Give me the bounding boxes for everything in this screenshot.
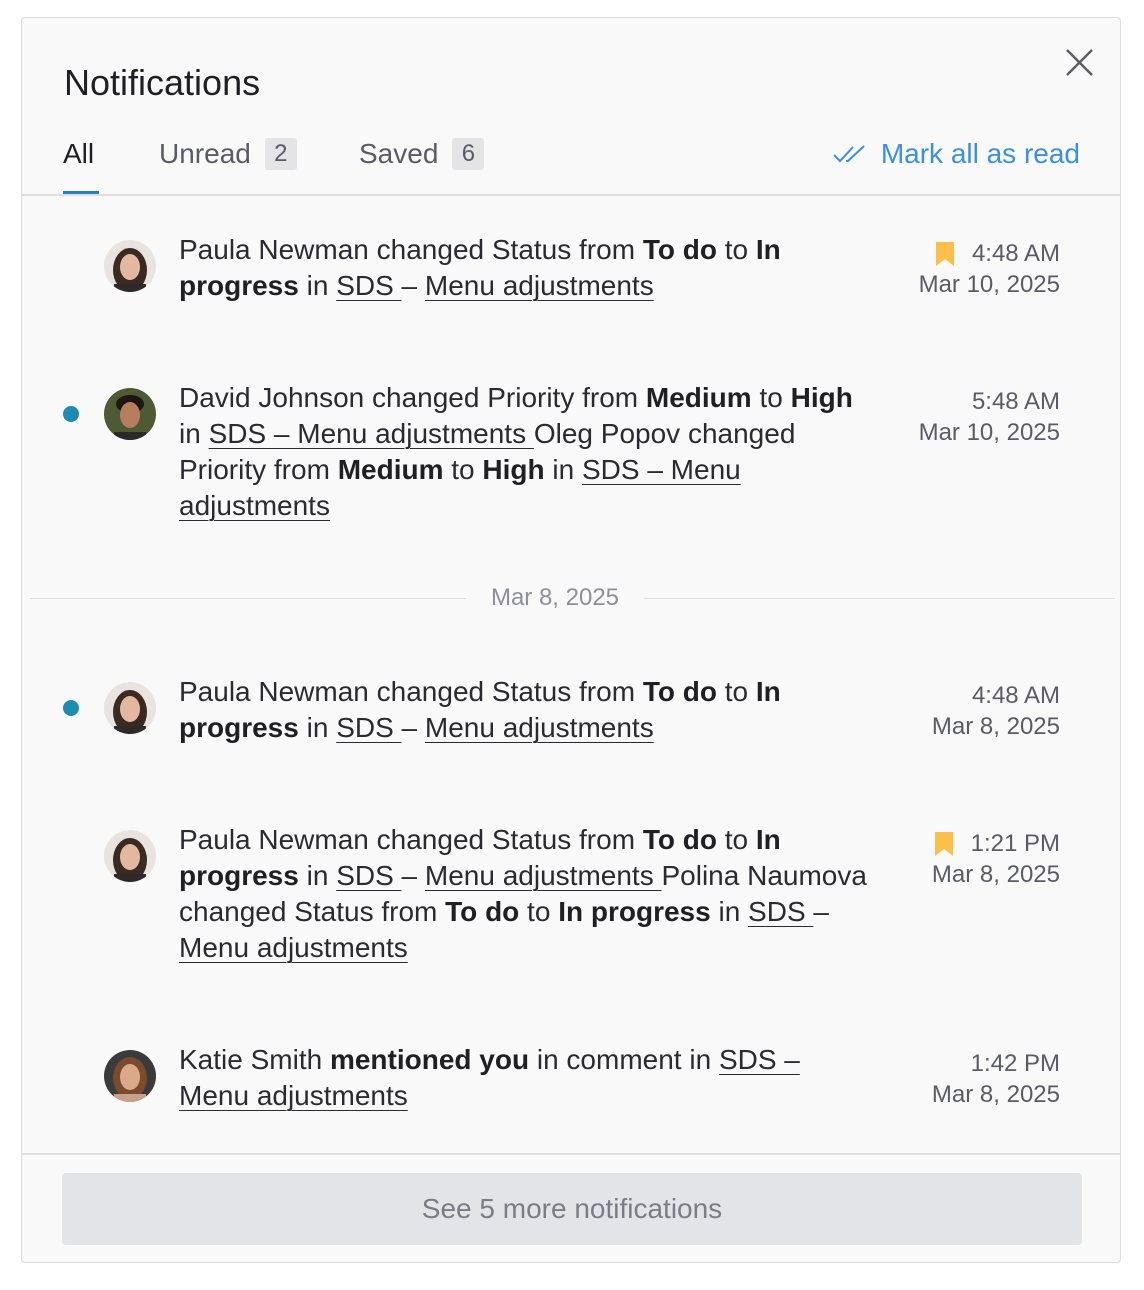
avatar [104, 830, 156, 882]
tab-bar: All Unread 2 Saved 6 Mark all as read [22, 128, 1120, 196]
avatar-katie-icon [104, 1050, 156, 1102]
see-more-button[interactable]: See 5 more notifications [62, 1173, 1082, 1245]
unread-count-badge: 2 [264, 138, 297, 170]
notification-text: Paula Newman changed Status from To do t… [179, 824, 867, 963]
notification-date: Mar 8, 2025 [931, 1081, 1060, 1108]
notification-text: Paula Newman changed Status from To do t… [179, 676, 781, 743]
notification-time: 1:21 PM [970, 830, 1060, 857]
notification-time: 4:48 AM [971, 682, 1060, 709]
avatar [104, 388, 156, 440]
notification-meta: 1:21 PM Mar 8, 2025 [932, 828, 1060, 890]
tab-unread[interactable]: Unread 2 [159, 138, 297, 170]
panel-footer: See 5 more notifications [22, 1153, 1120, 1262]
separator-line [644, 598, 1115, 599]
link-sds[interactable]: SDS [748, 896, 813, 927]
double-check-icon [833, 145, 865, 163]
notification-time: 4:48 AM [971, 240, 1060, 267]
tab-label: Unread [159, 138, 251, 169]
notification-date: Mar 10, 2025 [918, 419, 1060, 446]
tab-label: All [63, 138, 95, 169]
notification-date: Mar 8, 2025 [931, 713, 1060, 740]
close-icon [1066, 49, 1093, 76]
tab-saved[interactable]: Saved 6 [359, 138, 485, 170]
notifications-panel: Notifications All Unread 2 Saved 6 Mark … [21, 17, 1121, 1263]
avatar-paula-icon [104, 830, 156, 882]
link-sds[interactable]: SDS [336, 860, 401, 891]
tab-all[interactable]: All [63, 138, 94, 170]
link-menu-adjustments[interactable]: Menu adjustments [425, 270, 654, 301]
notification-text: David Johnson changed Priority from Medi… [179, 382, 853, 521]
avatar [104, 240, 156, 292]
notification-meta: 1:42 PM Mar 8, 2025 [932, 1048, 1060, 1110]
avatar [104, 682, 156, 734]
link-sds[interactable]: SDS [336, 712, 401, 743]
unread-dot [63, 406, 79, 422]
saved-count-badge: 6 [452, 138, 485, 170]
notification-date: Mar 8, 2025 [931, 861, 1060, 888]
page-title: Notifications [64, 62, 261, 103]
notification-text: Katie Smith mentioned you in comment in … [179, 1044, 800, 1111]
mark-all-read-label: Mark all as read [880, 138, 1080, 169]
notification-time: 5:48 AM [971, 388, 1060, 415]
avatar-paula-icon [104, 240, 156, 292]
notification-meta: 5:48 AM Mar 10, 2025 [919, 386, 1060, 448]
avatar [104, 1050, 156, 1102]
notification-time: 1:42 PM [970, 1050, 1060, 1077]
link-sds-menu-adjustments[interactable]: SDS – Menu adjustments [209, 418, 534, 449]
notification-meta: 4:48 AM Mar 8, 2025 [932, 680, 1060, 742]
link-menu-adjustments[interactable]: Menu adjustments [425, 860, 662, 891]
mark-all-read-button[interactable]: Mark all as read [833, 138, 1080, 170]
active-tab-indicator [63, 191, 99, 194]
bookmark-icon[interactable] [934, 831, 953, 856]
notification-date: Mar 10, 2025 [918, 271, 1060, 298]
date-separator: Mar 8, 2025 [30, 584, 1115, 614]
avatar-david-icon [104, 388, 156, 440]
link-sds[interactable]: SDS [336, 270, 401, 301]
tab-label: Saved [359, 138, 439, 169]
close-button[interactable] [1058, 44, 1098, 84]
avatar-paula-icon [104, 682, 156, 734]
link-menu-adjustments[interactable]: Menu adjustments [425, 712, 654, 743]
link-menu-adjustments[interactable]: Menu adjustments [179, 932, 408, 963]
notification-meta: 4:48 AM Mar 10, 2025 [919, 238, 1060, 300]
unread-dot [63, 700, 79, 716]
notification-text: Paula Newman changed Status from To do t… [179, 234, 781, 301]
bookmark-icon[interactable] [935, 241, 954, 266]
